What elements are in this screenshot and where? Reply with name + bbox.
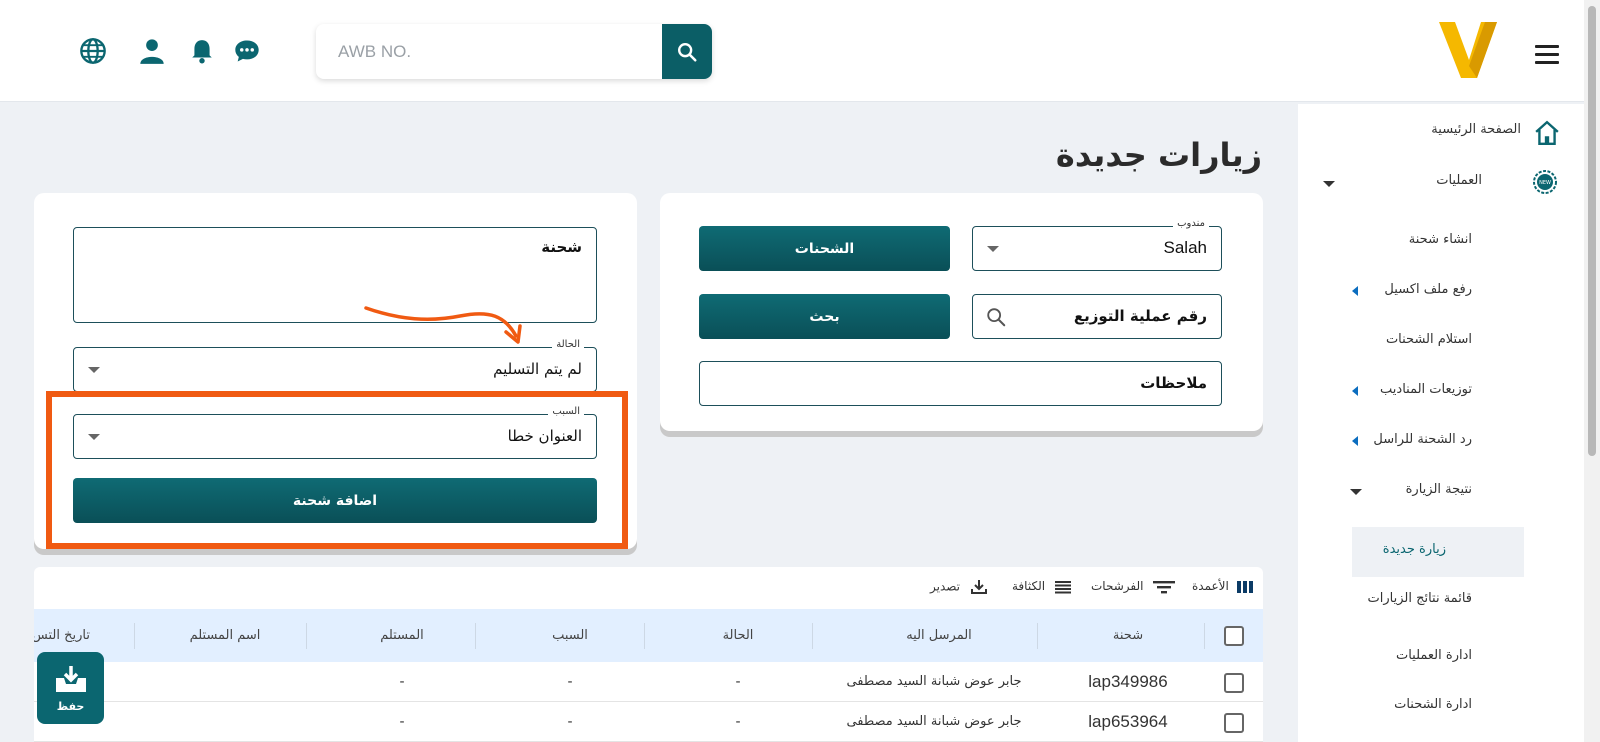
row-checkbox[interactable]	[1224, 713, 1244, 733]
awb-search	[316, 24, 712, 79]
awb-search-input[interactable]	[316, 24, 661, 79]
column-header-reason[interactable]: السبب	[520, 628, 620, 643]
sidebar-item-create-shipment[interactable]: انشاء شحنة	[1409, 232, 1472, 258]
awb-search-button[interactable]	[662, 24, 712, 79]
column-separator	[475, 623, 476, 649]
status-select[interactable]: الحالة لم يتم التسليم	[73, 339, 597, 392]
hamburger-menu-icon[interactable]	[1535, 45, 1559, 65]
column-header-status[interactable]: الحالة	[688, 628, 788, 643]
visit-filter-card: مندوب Salah الشحنات رقم عملية التوزيع بح…	[660, 193, 1263, 431]
sidebar-item-home[interactable]: الصفحة الرئيسية	[1431, 122, 1521, 148]
sidebar	[1298, 104, 1584, 742]
table-row[interactable]: lap349986 جابر عوض شبانة السيد مصطفى - -…	[34, 662, 1263, 702]
column-header-delivery-date[interactable]: تاريخ التس	[34, 628, 90, 643]
user-icon[interactable]	[137, 36, 167, 66]
columns-button[interactable]: الأعمدة	[1192, 579, 1253, 594]
bell-icon[interactable]	[187, 36, 217, 66]
search-icon	[987, 308, 1006, 327]
column-separator	[812, 623, 813, 649]
columns-icon	[1236, 580, 1253, 593]
caret-down-icon	[987, 246, 999, 252]
annotation-highlight-box	[46, 391, 628, 549]
caret-down-icon	[88, 367, 100, 373]
new-badge-icon: NEW	[1533, 170, 1557, 198]
column-separator	[306, 623, 307, 649]
distribution-number-field[interactable]: رقم عملية التوزيع	[972, 294, 1222, 339]
table-header: شحنة المرسل اليه الحالة السبب المستلم اس…	[34, 609, 1263, 662]
column-separator	[1037, 623, 1038, 649]
sidebar-item-new-visit[interactable]: زيارة جديدة	[1383, 542, 1446, 568]
top-header	[0, 0, 1584, 102]
row-checkbox[interactable]	[1224, 673, 1244, 693]
notes-field[interactable]: ملاحظات	[699, 361, 1222, 406]
cell-receiver: -	[399, 674, 405, 690]
home-icon	[1534, 120, 1560, 150]
export-button[interactable]: تصدير	[930, 579, 988, 595]
svg-text:NEW: NEW	[1539, 180, 1551, 186]
visits-table: الأعمدة الفرشحات الكثافة تصدير شحنة المر…	[34, 567, 1263, 742]
column-separator	[1204, 623, 1205, 649]
sidebar-item-visit-results-list[interactable]: قائمة نتائج الزيارات	[1367, 591, 1472, 617]
sidebar-item-operations[interactable]: العمليات	[1436, 173, 1482, 199]
page-title: زيارات جديدة	[1055, 136, 1262, 174]
cell-status: -	[735, 674, 741, 690]
cell-shipment: lap349986	[1088, 672, 1168, 691]
cell-recipient: جابر عوض شبانة السيد مصطفى	[846, 674, 1022, 689]
page-scrollbar[interactable]	[1584, 0, 1600, 742]
column-header-receiver-name[interactable]: اسم المستلم	[170, 628, 280, 643]
shipments-button[interactable]: الشحنات	[699, 226, 950, 271]
search-button[interactable]: بحث	[699, 294, 950, 339]
chevron-down-icon[interactable]	[1350, 489, 1362, 495]
table-row[interactable]: lap653964 جابر عوض شبانة السيد مصطفى - -…	[34, 702, 1263, 742]
column-header-receiver[interactable]: المستلم	[352, 628, 452, 643]
chevron-down-icon[interactable]	[1323, 181, 1335, 187]
column-separator	[644, 623, 645, 649]
sidebar-item-courier-distributions[interactable]: توزيعات المناديب	[1380, 382, 1472, 408]
cell-receiver: -	[399, 714, 405, 730]
annotation-arrow	[364, 306, 522, 344]
cell-status: -	[735, 714, 741, 730]
sidebar-item-operations-management[interactable]: ادارة العمليات	[1396, 648, 1472, 674]
save-tray-icon	[55, 665, 86, 692]
chat-icon[interactable]	[232, 36, 262, 66]
column-header-shipment[interactable]: شحنة	[1088, 628, 1168, 643]
cell-recipient: جابر عوض شبانة السيد مصطفى	[846, 714, 1022, 729]
sidebar-item-return-to-sender[interactable]: رد الشحنة للراسل	[1373, 432, 1472, 458]
sidebar-item-upload-excel[interactable]: رفع ملف اكسيل	[1384, 282, 1472, 308]
density-button[interactable]: الكثافة	[1012, 579, 1071, 594]
courier-select[interactable]: مندوب Salah	[972, 218, 1222, 271]
chevron-left-icon[interactable]	[1352, 286, 1358, 296]
column-header-recipient[interactable]: المرسل اليه	[854, 628, 1024, 643]
search-icon	[678, 42, 697, 62]
save-label: حفظ	[56, 699, 85, 713]
column-separator	[134, 623, 135, 649]
sidebar-item-visit-result[interactable]: نتيجة الزيارة	[1406, 482, 1472, 508]
cell-reason: -	[567, 714, 573, 730]
globe-icon[interactable]	[78, 36, 108, 66]
density-icon	[1054, 580, 1071, 593]
chevron-left-icon[interactable]	[1352, 386, 1358, 396]
select-all-checkbox[interactable]	[1224, 626, 1244, 646]
filters-button[interactable]: الفرشحات	[1091, 579, 1176, 594]
sidebar-item-receive-shipments[interactable]: استلام الشحنات	[1386, 332, 1472, 358]
download-icon	[970, 580, 987, 594]
save-button[interactable]: حفظ	[37, 652, 104, 724]
scrollbar-thumb[interactable]	[1588, 6, 1596, 456]
cell-shipment: lap653964	[1088, 712, 1168, 731]
sidebar-item-shipments-management[interactable]: ادارة الشحنات	[1394, 697, 1472, 723]
cell-reason: -	[567, 674, 573, 690]
brand-logo[interactable]	[1437, 20, 1499, 84]
chevron-left-icon[interactable]	[1352, 436, 1358, 446]
filter-icon	[1153, 580, 1176, 593]
